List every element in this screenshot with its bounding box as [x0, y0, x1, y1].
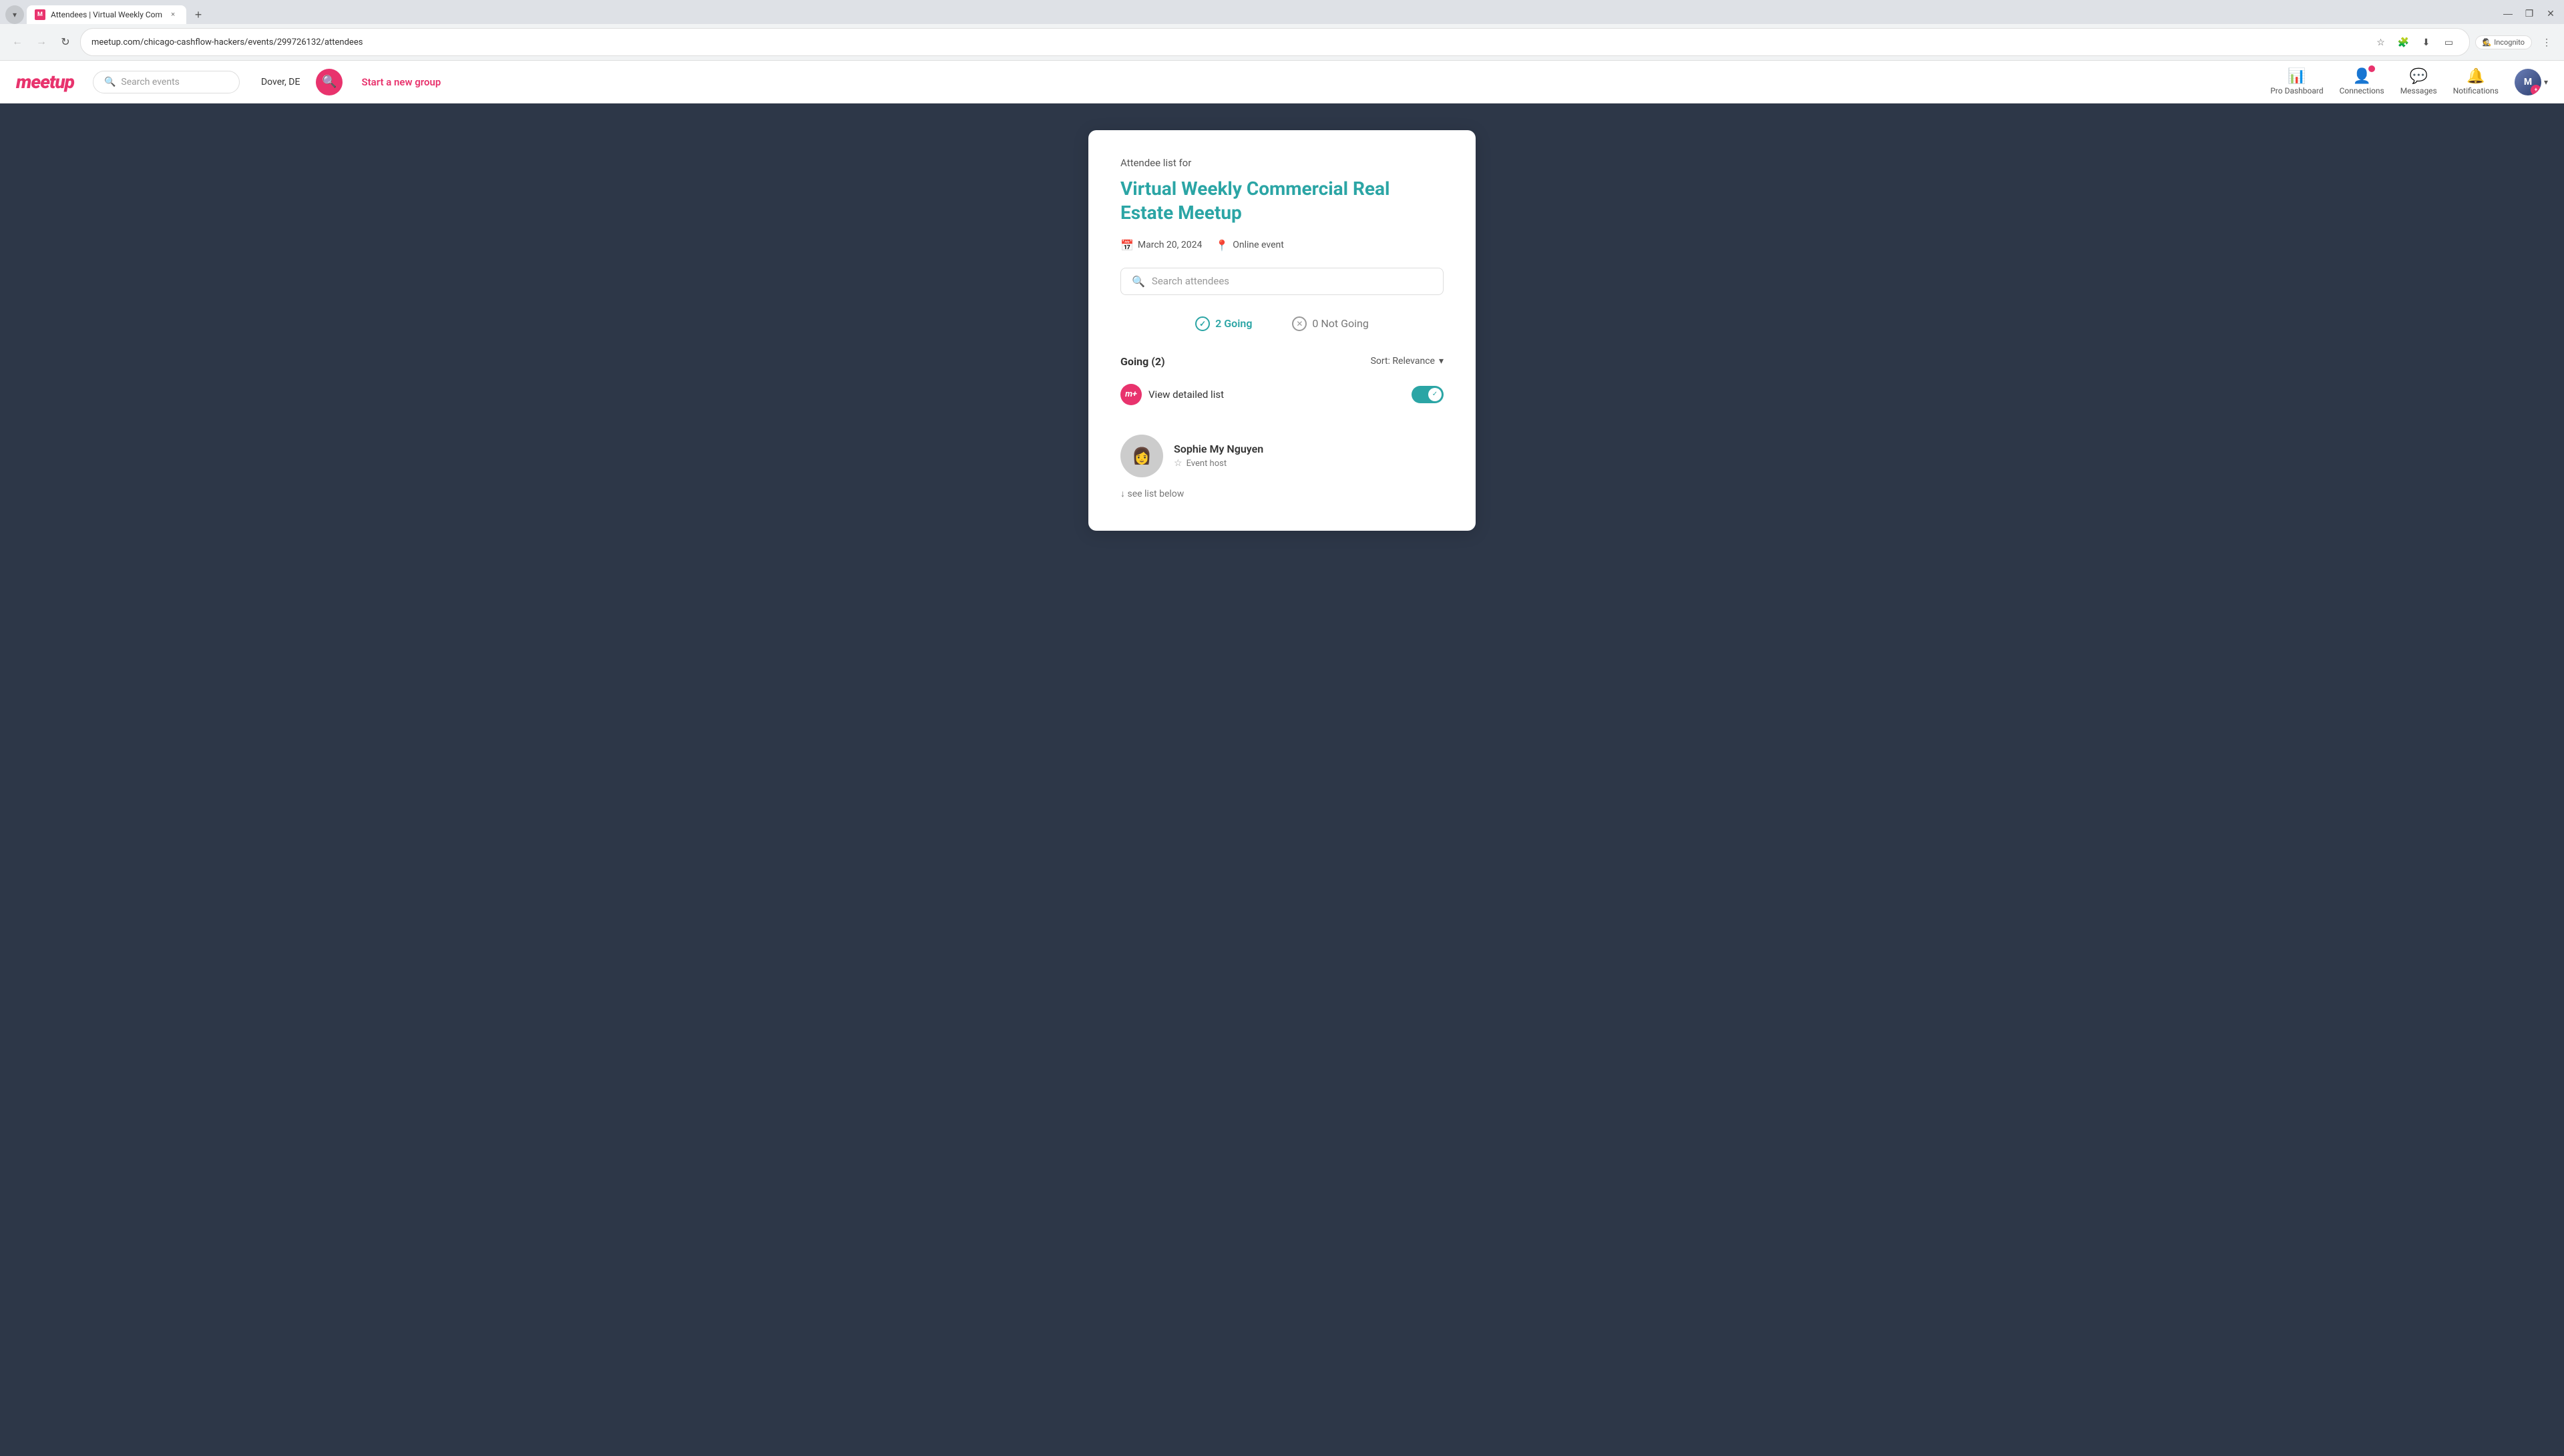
nav-connections[interactable]: 👤 Connections — [2340, 68, 2384, 95]
search-attendees-bar[interactable]: 🔍 Search attendees — [1120, 268, 1444, 295]
address-bar: ← → ↻ meetup.com/chicago-cashflow-hacker… — [0, 24, 2564, 60]
search-btn-icon: 🔍 — [322, 75, 337, 89]
not-going-x-icon: ✕ — [1292, 316, 1307, 331]
nav-notifications[interactable]: 🔔 Notifications — [2453, 68, 2499, 95]
event-date-item: 📅 March 20, 2024 — [1120, 239, 1202, 252]
bookmark-button[interactable]: ☆ — [2372, 33, 2390, 51]
going-tab-label: 2 Going — [1215, 317, 1252, 330]
start-group-link[interactable]: Start a new group — [361, 76, 441, 88]
event-date: March 20, 2024 — [1138, 240, 1202, 250]
attendee-list-label: Attendee list for — [1120, 157, 1444, 169]
more-options-button[interactable]: ⋮ — [2537, 33, 2556, 51]
screen-cast-button[interactable]: ▭ — [2440, 33, 2459, 51]
attendee-avatar[interactable]: 👩 — [1120, 435, 1163, 477]
connections-label: Connections — [2340, 86, 2384, 95]
incognito-badge: 🕵 Incognito — [2475, 35, 2533, 49]
avatar-chevron-icon: ▾ — [2544, 77, 2548, 87]
attendee-card: Attendee list for Virtual Weekly Commerc… — [1088, 130, 1476, 531]
search-placeholder: Search events — [121, 77, 179, 87]
user-avatar-area[interactable]: M + ▾ — [2515, 69, 2548, 95]
location-icon: 📍 — [1215, 239, 1229, 252]
not-going-tab-label: 0 Not Going — [1312, 317, 1368, 330]
tab-close-button[interactable]: × — [168, 9, 178, 20]
browser-chrome: ▾ M Attendees | Virtual Weekly Com × + —… — [0, 0, 2564, 61]
pro-badge: + — [2531, 85, 2541, 95]
event-location-item: 📍 Online event — [1215, 239, 1283, 252]
calendar-icon: 📅 — [1120, 239, 1134, 252]
back-button[interactable]: ← — [8, 33, 27, 51]
search-button[interactable]: 🔍 — [316, 69, 343, 95]
attendee-info: Sophie My Nguyen ☆ Event host — [1174, 443, 1263, 469]
avatar-emoji: 👩 — [1132, 447, 1152, 465]
detailed-list-left: m+ View detailed list — [1120, 384, 1224, 405]
event-meta: 📅 March 20, 2024 📍 Online event — [1120, 239, 1444, 252]
window-controls: — ❐ ✕ — [2500, 5, 2559, 24]
not-going-tab[interactable]: ✕ 0 Not Going — [1292, 316, 1368, 331]
tab-group-button[interactable]: ▾ — [5, 5, 24, 24]
detailed-list-row: m+ View detailed list ✓ — [1120, 381, 1444, 408]
going-tabs: ✓ 2 Going ✕ 0 Not Going — [1120, 311, 1444, 336]
messages-icon: 💬 — [2410, 68, 2428, 85]
forward-button[interactable]: → — [32, 33, 51, 51]
site-header: meetup 🔍 Search events Dover, DE 🔍 Start… — [0, 61, 2564, 103]
download-button[interactable]: ⬇ — [2417, 33, 2436, 51]
nav-pro-dashboard[interactable]: 📊 Pro Dashboard — [2270, 68, 2323, 95]
search-attendees-placeholder: Search attendees — [1152, 275, 1229, 287]
going-section-header: Going (2) Sort: Relevance ▾ — [1120, 355, 1444, 368]
new-tab-button[interactable]: + — [189, 5, 208, 24]
toggle-knob: ✓ — [1428, 388, 1442, 401]
meetup-plus-icon: m+ — [1120, 384, 1142, 405]
search-attendees-icon: 🔍 — [1132, 275, 1145, 288]
minimize-button[interactable]: — — [2500, 5, 2516, 21]
going-section-title: Going (2) — [1120, 355, 1165, 368]
event-title: Virtual Weekly Commercial Real Estate Me… — [1120, 177, 1444, 226]
attendee-role: ☆ Event host — [1174, 458, 1263, 469]
attendee-role-label: Event host — [1187, 459, 1227, 469]
nav-messages[interactable]: 💬 Messages — [2400, 68, 2437, 95]
tab-title: Attendees | Virtual Weekly Com — [51, 10, 162, 19]
close-button[interactable]: ✕ — [2543, 5, 2559, 21]
attendee-name: Sophie My Nguyen — [1174, 443, 1263, 455]
url-text: meetup.com/chicago-cashflow-hackers/even… — [91, 37, 363, 47]
location-display: Dover, DE — [261, 77, 300, 87]
maximize-button[interactable]: ❐ — [2521, 5, 2537, 21]
tab-favicon: M — [35, 9, 45, 20]
detailed-list-label: View detailed list — [1148, 389, 1224, 401]
see-list-below: ↓ see list below — [1120, 488, 1444, 499]
avatar-initials: M — [2524, 77, 2532, 87]
incognito-label: Incognito — [2494, 38, 2525, 47]
search-icon: 🔍 — [104, 77, 116, 87]
sort-chevron-icon: ▾ — [1439, 356, 1444, 367]
event-location: Online event — [1233, 240, 1284, 250]
connections-badge — [2368, 65, 2375, 72]
connections-icon: 👤 — [2352, 68, 2370, 85]
notifications-icon: 🔔 — [2467, 68, 2485, 85]
sort-dropdown[interactable]: Sort: Relevance ▾ — [1371, 356, 1444, 367]
header-nav: 📊 Pro Dashboard 👤 Connections 💬 Messages… — [2270, 68, 2548, 95]
url-actions: ☆ 🧩 ⬇ ▭ — [2372, 33, 2459, 51]
user-avatar: M + — [2515, 69, 2541, 95]
incognito-icon: 🕵 — [2483, 38, 2492, 47]
search-bar[interactable]: 🔍 Search events — [93, 71, 240, 93]
sort-label: Sort: Relevance — [1371, 356, 1435, 367]
going-check-icon: ✓ — [1195, 316, 1210, 331]
pro-dashboard-label: Pro Dashboard — [2270, 86, 2323, 95]
going-tab[interactable]: ✓ 2 Going — [1195, 316, 1252, 331]
meetup-logo[interactable]: meetup — [16, 71, 74, 93]
dashboard-icon: 📊 — [2288, 68, 2306, 85]
extensions-button[interactable]: 🧩 — [2394, 33, 2413, 51]
url-bar[interactable]: meetup.com/chicago-cashflow-hackers/even… — [80, 28, 2470, 56]
chevron-down-icon: ▾ — [13, 10, 17, 19]
notifications-label: Notifications — [2453, 86, 2499, 95]
detailed-list-toggle[interactable]: ✓ — [1412, 386, 1444, 403]
toggle-check-icon: ✓ — [1432, 391, 1438, 398]
see-list-label: ↓ see list below — [1120, 489, 1184, 499]
reload-button[interactable]: ↻ — [56, 33, 75, 51]
tab-bar: ▾ M Attendees | Virtual Weekly Com × + —… — [0, 0, 2564, 24]
page-content: Attendee list for Virtual Weekly Commerc… — [0, 103, 2564, 1456]
star-icon: ☆ — [1174, 458, 1183, 469]
active-tab[interactable]: M Attendees | Virtual Weekly Com × — [27, 5, 186, 24]
messages-label: Messages — [2400, 86, 2437, 95]
attendee-row: 👩 Sophie My Nguyen ☆ Event host — [1120, 424, 1444, 488]
